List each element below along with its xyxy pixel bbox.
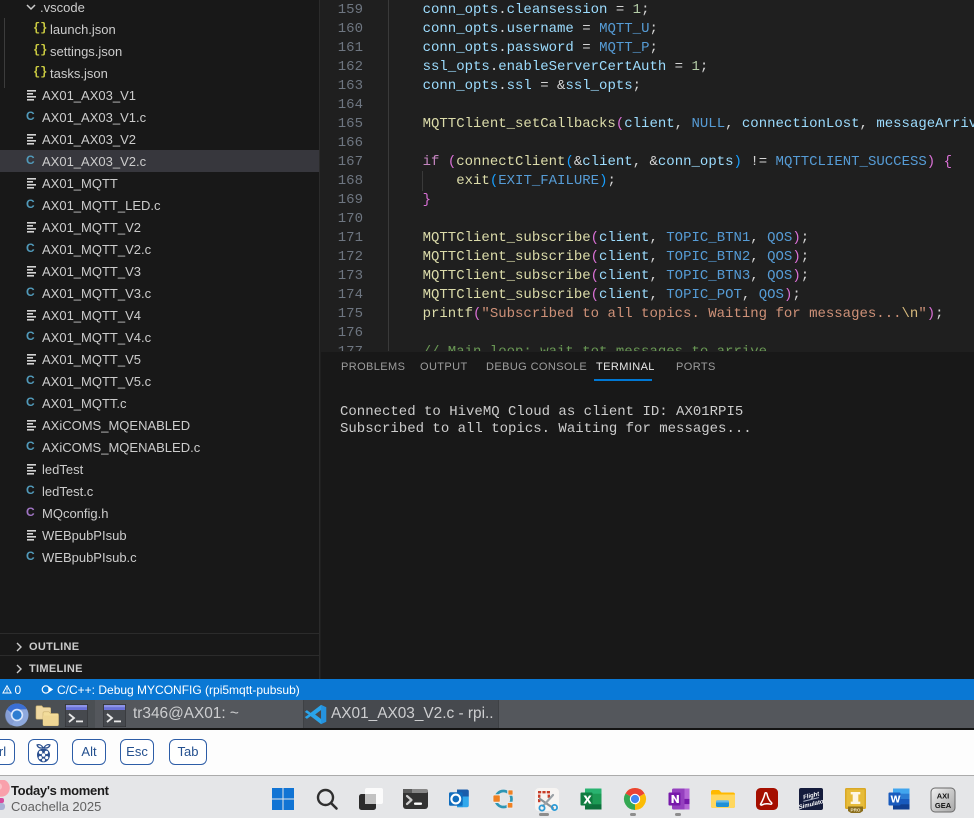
svg-text:AXI: AXI: [937, 792, 950, 801]
svg-text:GEA: GEA: [935, 801, 952, 810]
svg-text:PRO: PRO: [851, 808, 861, 813]
